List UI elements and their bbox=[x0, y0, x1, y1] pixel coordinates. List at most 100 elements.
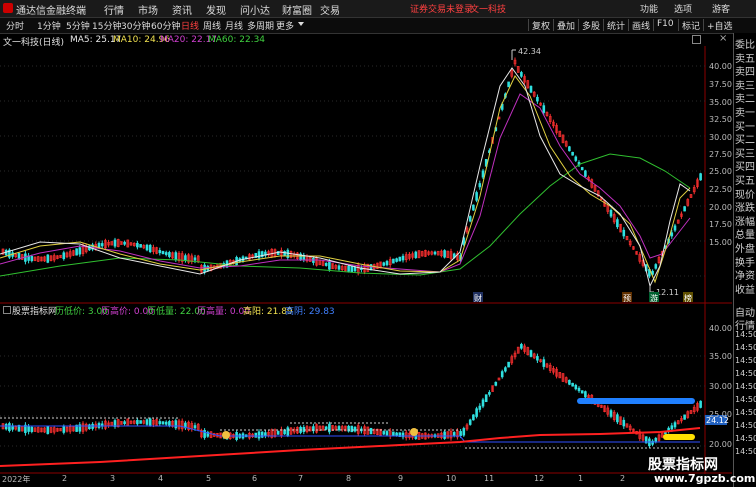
candle-body bbox=[520, 344, 523, 349]
candle-body bbox=[123, 241, 126, 245]
menu-item-news[interactable]: 资讯 bbox=[172, 2, 192, 17]
guest-button[interactable]: 游客 bbox=[712, 2, 730, 15]
kline-chart[interactable]: 42.34 12.11 财 预 游 榜 24.12 bbox=[0, 46, 732, 474]
axis-label: 17.50 bbox=[709, 220, 732, 229]
menu-item-market[interactable]: 市场 bbox=[138, 2, 158, 17]
chevron-down-icon[interactable] bbox=[298, 22, 304, 26]
marker-tour: 游 bbox=[650, 293, 658, 303]
candle-body bbox=[168, 421, 171, 426]
period-weekly[interactable]: 周线 bbox=[203, 19, 221, 32]
candle-body bbox=[609, 410, 613, 417]
axis-label: 37.50 bbox=[709, 80, 732, 89]
money-bag-icon bbox=[410, 428, 418, 436]
candle-body bbox=[571, 151, 574, 156]
candle-body bbox=[673, 422, 677, 428]
candle-body bbox=[520, 72, 523, 77]
period-daily[interactable]: 日线 bbox=[181, 19, 199, 32]
tool-fuquan[interactable]: 复权 bbox=[528, 19, 553, 32]
period-30min[interactable]: 30分钟 bbox=[121, 19, 150, 32]
candle-body bbox=[113, 239, 117, 247]
candle-body bbox=[257, 251, 261, 259]
tool-mark[interactable]: 标记 bbox=[678, 19, 703, 32]
axis-label: 27.50 bbox=[709, 150, 732, 159]
candle-body bbox=[46, 254, 50, 263]
candle-body bbox=[97, 243, 101, 248]
candle-body bbox=[264, 432, 267, 437]
period-15min[interactable]: 15分钟 bbox=[92, 19, 121, 32]
sub-axis-label: 30.00 bbox=[709, 382, 732, 391]
candle-body bbox=[30, 255, 34, 262]
period-intraday[interactable]: 分时 bbox=[6, 19, 24, 32]
candle-body bbox=[574, 156, 578, 161]
period-1min[interactable]: 1分钟 bbox=[37, 19, 61, 32]
candle-body bbox=[382, 262, 386, 266]
tool-multi[interactable]: 多股 bbox=[578, 19, 603, 32]
candle-body bbox=[283, 251, 286, 256]
ma20-line bbox=[0, 93, 691, 273]
candle-body bbox=[609, 209, 613, 217]
date-label: 10 bbox=[446, 474, 457, 483]
candle-body bbox=[529, 85, 533, 93]
candle-body bbox=[184, 255, 187, 261]
candle-body bbox=[136, 242, 139, 248]
candle-body bbox=[580, 390, 584, 394]
candle-body bbox=[353, 427, 357, 432]
candle-body bbox=[401, 255, 405, 261]
candle-body bbox=[468, 419, 472, 425]
candle-body bbox=[62, 426, 66, 433]
period-60min[interactable]: 60分钟 bbox=[151, 19, 180, 32]
candlestick-series bbox=[1, 57, 702, 279]
candle-body bbox=[622, 229, 626, 237]
candle-body bbox=[536, 356, 539, 361]
period-5min[interactable]: 5分钟 bbox=[66, 19, 90, 32]
axis-label: 22.50 bbox=[709, 185, 732, 194]
indicator-toggle-icon[interactable] bbox=[3, 306, 11, 314]
candle-body bbox=[670, 232, 674, 237]
marker-forecast: 预 bbox=[623, 293, 631, 303]
menu-item-quotes[interactable]: 行情 bbox=[104, 2, 124, 17]
panel-time-label: 14:50 bbox=[735, 447, 756, 456]
menu-item-discover[interactable]: 发现 bbox=[206, 2, 226, 17]
axis-label: 20.00 bbox=[709, 203, 732, 212]
candle-body bbox=[276, 430, 280, 435]
menu-item-trade[interactable]: 交易 bbox=[320, 2, 340, 17]
candle-body bbox=[392, 431, 395, 437]
candle-body bbox=[577, 387, 581, 392]
period-monthly[interactable]: 月线 bbox=[225, 19, 243, 32]
tool-stats[interactable]: 统计 bbox=[603, 19, 628, 32]
indicator-candles bbox=[1, 342, 702, 448]
panel-time-label: 14:50 bbox=[735, 356, 756, 365]
candle-body bbox=[385, 261, 389, 266]
watermark: 股票指标网 www.7gpzb.com bbox=[648, 454, 755, 486]
candle-body bbox=[257, 431, 261, 439]
date-label: 2 bbox=[620, 474, 626, 483]
candle-body bbox=[398, 256, 402, 262]
menu-item-ask[interactable]: 问小达 bbox=[240, 2, 270, 17]
candle-body bbox=[161, 421, 165, 425]
period-multi[interactable]: 多周期 bbox=[247, 19, 274, 32]
options-button[interactable]: 选项 bbox=[674, 2, 692, 15]
period-more[interactable]: 更多 bbox=[276, 19, 294, 32]
candle-body bbox=[286, 427, 290, 436]
tool-f10[interactable]: F10 bbox=[653, 19, 677, 31]
candle-body bbox=[8, 423, 11, 432]
restore-window-icon[interactable] bbox=[692, 35, 701, 44]
panel-time-label: 14:50 bbox=[735, 369, 756, 378]
tool-add-watchlist[interactable]: +自选 bbox=[703, 19, 736, 32]
tool-overlay[interactable]: 叠加 bbox=[553, 19, 578, 32]
indicator-red-line bbox=[0, 427, 701, 467]
candle-body bbox=[654, 264, 658, 269]
indicator-value-6: 高阴: 29.83 bbox=[285, 307, 335, 317]
candle-body bbox=[164, 252, 168, 255]
menu-item-wealth[interactable]: 财富圈 bbox=[282, 2, 312, 17]
login-alert[interactable]: 证券交易未登录 bbox=[410, 2, 473, 15]
low-price-annotation: 12.11 bbox=[656, 288, 679, 297]
candle-body bbox=[46, 425, 50, 435]
candle-body bbox=[158, 250, 162, 254]
close-icon[interactable]: × bbox=[719, 33, 727, 44]
candle-body bbox=[481, 170, 485, 178]
candle-body bbox=[203, 429, 206, 438]
tool-draw[interactable]: 画线 bbox=[628, 19, 653, 32]
function-button[interactable]: 功能 bbox=[640, 2, 658, 15]
candle-body bbox=[433, 251, 437, 255]
